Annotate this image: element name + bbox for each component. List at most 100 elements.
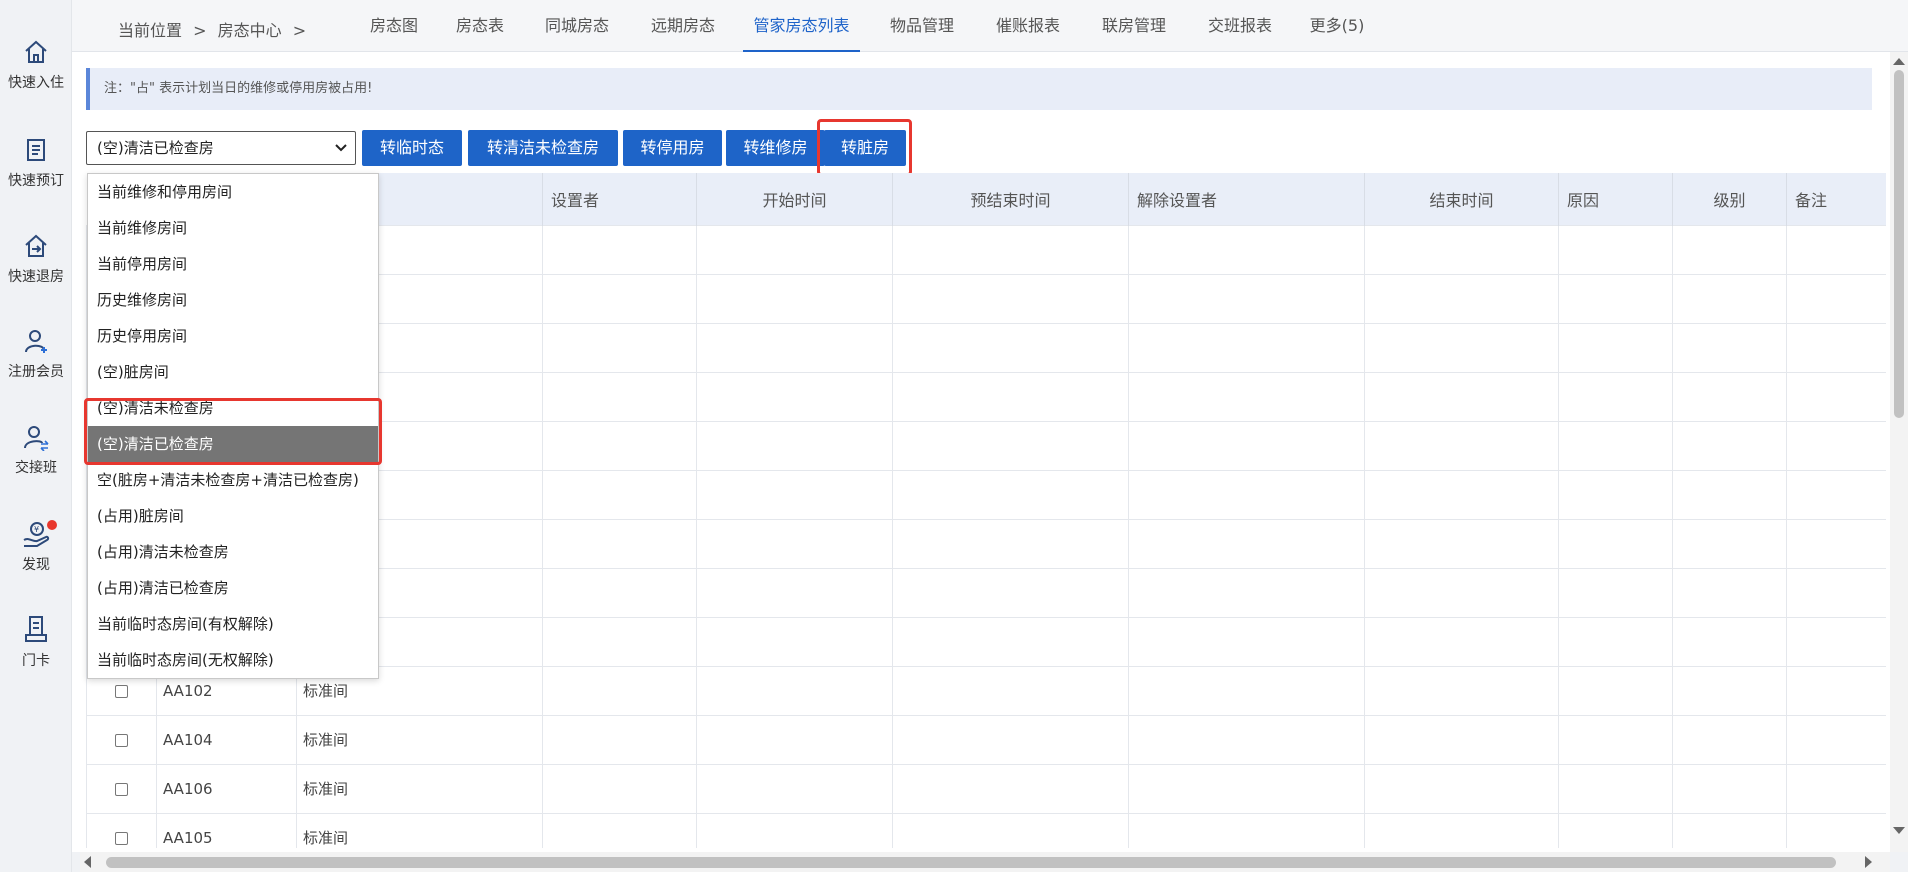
scroll-down-icon[interactable] — [1893, 827, 1905, 834]
checkout-icon — [25, 234, 47, 257]
table-cell — [1558, 371, 1673, 422]
chevron-down-icon — [335, 144, 347, 152]
tab-future-rooms[interactable]: 远期房态 — [640, 0, 726, 52]
dropdown-option[interactable]: 空(脏房+清洁未检查房+清洁已检查房) — [88, 462, 378, 498]
room-filter-value: (空)清洁已检查房 — [97, 139, 214, 157]
table-cell — [1672, 812, 1787, 848]
row-checkbox[interactable] — [115, 684, 128, 698]
row-checkbox-cell — [86, 763, 157, 814]
tab-item-management[interactable]: 物品管理 — [880, 0, 964, 52]
table-cell — [1128, 273, 1365, 324]
table-cell — [542, 714, 697, 765]
sidebar-item-quick-checkout[interactable]: 快速退房 — [0, 232, 72, 286]
dropdown-option[interactable]: 当前维修房间 — [88, 210, 378, 246]
table-cell — [1128, 322, 1365, 373]
dropdown-option[interactable]: (空)清洁已检查房 — [88, 426, 378, 462]
row-checkbox[interactable] — [115, 831, 128, 845]
book-icon — [27, 139, 45, 161]
table-cell — [1558, 224, 1673, 275]
tab-room-map[interactable]: 房态图 — [360, 0, 428, 52]
breadcrumb: 当前位置 > 房态中心 > — [118, 17, 312, 41]
sidebar-item-room-card[interactable]: 门卡 — [0, 614, 72, 670]
table-cell — [696, 322, 893, 373]
sidebar-item-label: 交接班 — [15, 460, 57, 476]
to-clean-unchecked-button[interactable]: 转清洁未检查房 — [468, 130, 618, 166]
room-type-cell: 标准间 — [296, 714, 543, 765]
col-header-level: 级别 — [1672, 173, 1787, 225]
tab-collection-report[interactable]: 催账报表 — [986, 0, 1070, 52]
table-cell — [1128, 665, 1365, 716]
table-cell — [892, 616, 1129, 667]
table-cell — [1672, 518, 1787, 569]
vertical-scrollbar[interactable] — [1890, 52, 1908, 852]
tab-linked-rooms[interactable]: 联房管理 — [1092, 0, 1176, 52]
table-cell — [696, 616, 893, 667]
dropdown-option[interactable]: (空)脏房间 — [88, 354, 378, 390]
to-repair-button[interactable]: 转维修房 — [726, 130, 825, 166]
breadcrumb-section[interactable]: 房态中心 — [218, 21, 282, 40]
table-cell — [1558, 616, 1673, 667]
table-cell — [542, 763, 697, 814]
table-row[interactable]: AA105 标准间 — [86, 812, 1886, 848]
table-cell — [1128, 763, 1365, 814]
table-cell — [1364, 371, 1559, 422]
room-type-cell: 标准间 — [296, 763, 543, 814]
table-cell — [892, 567, 1129, 618]
sidebar-item-quick-booking[interactable]: 快速预订 — [0, 136, 72, 190]
table-cell — [542, 567, 697, 618]
table-cell — [542, 518, 697, 569]
table-cell — [1364, 273, 1559, 324]
tab-city-rooms[interactable]: 同城房态 — [534, 0, 620, 52]
shift-handover-icon — [24, 426, 49, 451]
tab-more[interactable]: 更多(5) — [1302, 0, 1372, 52]
dropdown-option[interactable]: (空)清洁未检查房 — [88, 390, 378, 426]
dropdown-option[interactable]: 当前停用房间 — [88, 246, 378, 282]
row-checkbox[interactable] — [115, 782, 128, 796]
table-cell — [1128, 469, 1365, 520]
table-cell — [1786, 518, 1886, 569]
dropdown-option[interactable]: 历史停用房间 — [88, 318, 378, 354]
tab-room-table[interactable]: 房态表 — [446, 0, 514, 52]
table-cell — [1672, 616, 1787, 667]
sidebar-item-shift-handover[interactable]: 交接班 — [0, 423, 72, 477]
table-cell — [1364, 714, 1559, 765]
dropdown-option[interactable]: 当前维修和停用房间 — [88, 174, 378, 210]
dropdown-option[interactable]: 当前临时态房间(无权解除) — [88, 642, 378, 678]
table-cell — [892, 224, 1129, 275]
horizontal-scroll-thumb[interactable] — [106, 857, 1836, 868]
to-temp-button[interactable]: 转临时态 — [362, 130, 462, 166]
dropdown-option[interactable]: 历史维修房间 — [88, 282, 378, 318]
scroll-left-icon[interactable] — [84, 856, 91, 868]
table-cell — [892, 420, 1129, 471]
table-cell — [542, 665, 697, 716]
room-filter-select[interactable]: (空)清洁已检查房 — [86, 131, 356, 165]
tab-shift-report[interactable]: 交班报表 — [1198, 0, 1282, 52]
sidebar-item-discover[interactable]: ¥ 发现 — [0, 520, 72, 574]
table-row[interactable]: AA104 标准间 — [86, 714, 1886, 765]
table-cell — [1786, 567, 1886, 618]
sidebar-item-label: 快速退房 — [8, 269, 64, 285]
table-cell — [542, 469, 697, 520]
sidebar-item-register-member[interactable]: 注册会员 — [0, 327, 72, 381]
table-cell — [1786, 224, 1886, 275]
table-cell — [1786, 616, 1886, 667]
vertical-scroll-thumb[interactable] — [1894, 70, 1904, 418]
sidebar-item-quick-checkin[interactable]: 快速入住 — [0, 38, 72, 92]
col-header-remark: 备注 — [1786, 173, 1886, 225]
to-disabled-button[interactable]: 转停用房 — [623, 130, 722, 166]
dropdown-option[interactable]: 当前临时态房间(有权解除) — [88, 606, 378, 642]
table-row[interactable]: AA106 标准间 — [86, 763, 1886, 814]
table-cell — [1786, 812, 1886, 848]
table-cell — [1672, 371, 1787, 422]
horizontal-scrollbar[interactable] — [80, 852, 1890, 872]
scroll-up-icon[interactable] — [1893, 58, 1905, 65]
to-dirty-button[interactable]: 转脏房 — [824, 130, 906, 166]
notice-bar: 注："占" 表示计划当日的维修或停用房被占用! — [86, 68, 1872, 110]
row-checkbox[interactable] — [115, 733, 128, 747]
scroll-right-icon[interactable] — [1865, 856, 1872, 868]
dropdown-option[interactable]: (占用)脏房间 — [88, 498, 378, 534]
dropdown-option[interactable]: (占用)清洁未检查房 — [88, 534, 378, 570]
table-cell — [1364, 763, 1559, 814]
dropdown-option[interactable]: (占用)清洁已检查房 — [88, 570, 378, 606]
tab-housekeeping-list[interactable]: 管家房态列表 — [743, 0, 860, 52]
